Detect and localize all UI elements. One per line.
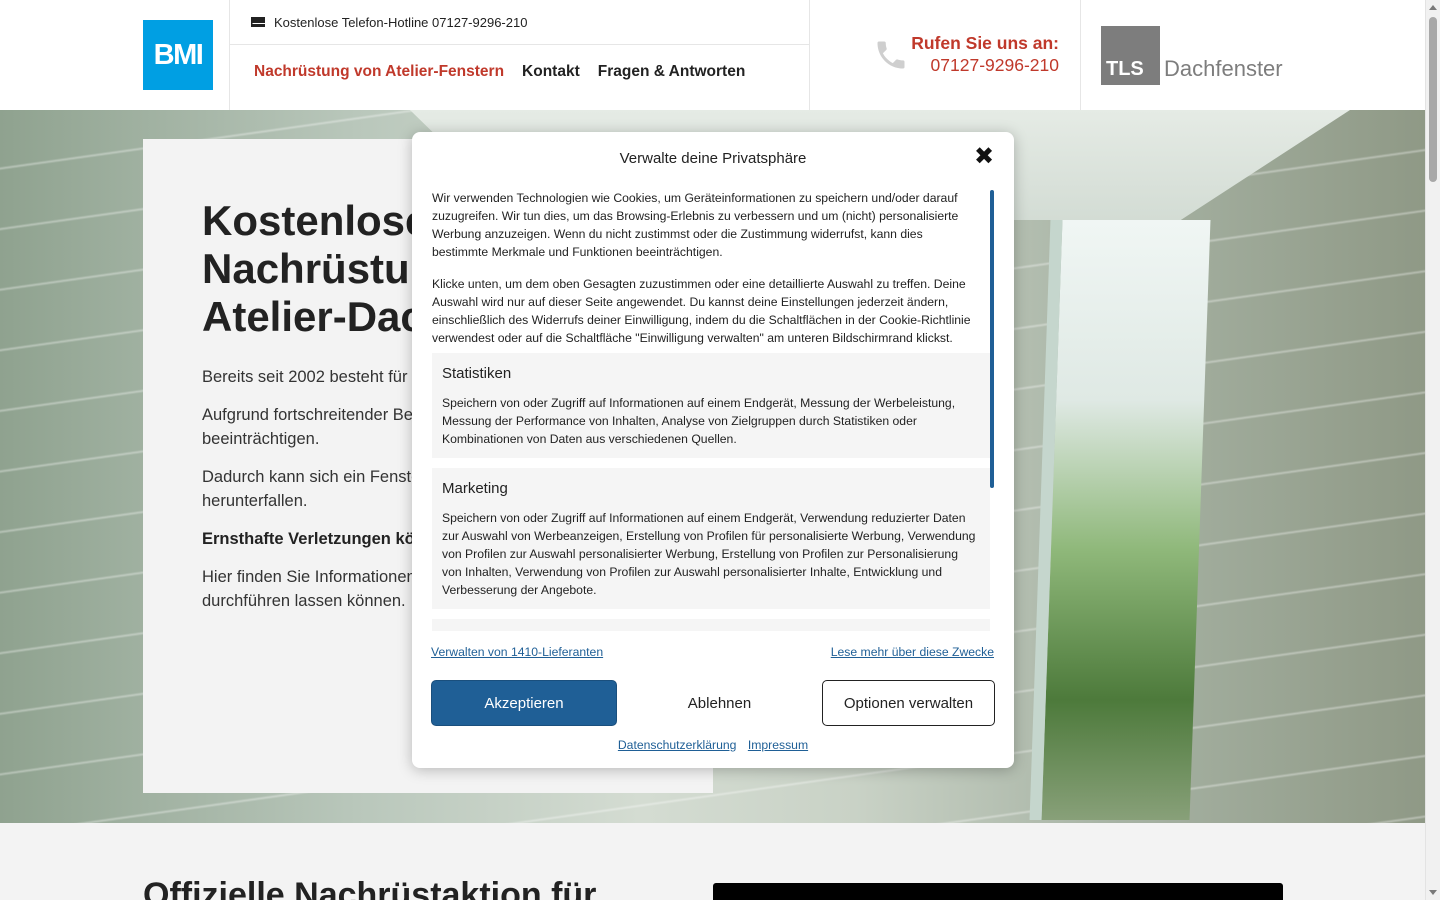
accept-button[interactable]: Akzeptieren <box>431 680 617 726</box>
bmi-logo-text: BMI <box>153 38 204 71</box>
consent-links: Verwalten von 1410-Lieferanten Lese mehr… <box>431 645 994 659</box>
header-nav-area: Kostenlose Telefon-Hotline 07127-9296-21… <box>229 0 810 110</box>
call-label: Rufen Sie uns an: <box>911 33 1059 53</box>
page-scrollbar[interactable] <box>1425 0 1440 900</box>
manage-options-button[interactable]: Optionen verwalten <box>822 680 995 726</box>
consent-intro: Klicke unten, um dem oben Gesagten zuzus… <box>432 277 971 345</box>
hotline-text: Kostenlose Telefon-Hotline 07127-9296-21… <box>274 14 528 30</box>
consent-category-marketing[interactable]: Marketing Speichern von oder Zugriff auf… <box>432 468 990 609</box>
tls-logo-box: TLS <box>1101 26 1160 85</box>
consent-category-next[interactable] <box>432 619 990 631</box>
privacy-policy-link[interactable]: Datenschutzerklärung <box>618 738 737 752</box>
consent-scrollbar[interactable] <box>990 190 994 488</box>
main-nav: Nachrüstung von Atelier-Fenstern Kontakt… <box>230 45 809 81</box>
category-description: Speichern von oder Zugriff auf Informati… <box>442 511 976 597</box>
call-number[interactable]: 07127-9296-210 <box>931 55 1059 76</box>
envelope-icon <box>251 17 265 27</box>
scroll-down-arrow-icon[interactable] <box>1429 890 1437 895</box>
video-embed[interactable] <box>713 883 1283 900</box>
consent-footer: Datenschutzerklärung Impressum <box>412 738 1014 752</box>
category-title: Marketing <box>442 480 508 497</box>
consent-body[interactable]: Wir verwenden Technologien wie Cookies, … <box>432 189 990 631</box>
scroll-up-arrow-icon[interactable] <box>1429 5 1437 10</box>
tls-dachfenster-logo[interactable]: TLS Dachfenster <box>1101 26 1283 85</box>
consent-intro: Wir verwenden Technologien wie Cookies, … <box>432 191 959 259</box>
call-us-box[interactable]: Rufen Sie uns an: 07127-9296-210 <box>810 0 1081 110</box>
manage-vendors-link[interactable]: Verwalten von 1410-Lieferanten <box>431 645 603 659</box>
tls-logo-text: Dachfenster <box>1164 56 1283 81</box>
phone-icon <box>873 37 909 73</box>
site-header: BMI Kostenlose Telefon-Hotline 07127-929… <box>0 0 1425 110</box>
bmi-logo[interactable]: BMI <box>143 20 213 90</box>
scroll-thumb[interactable] <box>1429 17 1437 182</box>
section-title: Offizielle Nachrüstaktion für <box>143 876 597 900</box>
cookie-consent-dialog: Verwalte deine Privatsphäre ✖ Wir verwen… <box>412 132 1014 768</box>
hero-window-image <box>1029 220 1211 820</box>
hero-title-line: Atelier-Dac <box>202 293 424 340</box>
read-more-purposes-link[interactable]: Lese mehr über diese Zwecke <box>831 645 994 659</box>
hotline-bar: Kostenlose Telefon-Hotline 07127-9296-21… <box>230 0 809 45</box>
category-description: Speichern von oder Zugriff auf Informati… <box>442 396 956 446</box>
nav-item-nachruestung[interactable]: Nachrüstung von Atelier-Fenstern <box>254 63 504 81</box>
deny-button[interactable]: Ablehnen <box>629 680 810 726</box>
consent-buttons: Akzeptieren Ablehnen Optionen verwalten <box>431 680 995 726</box>
nav-item-kontakt[interactable]: Kontakt <box>522 63 580 81</box>
nav-item-faq[interactable]: Fragen & Antworten <box>598 63 746 81</box>
category-title: Statistiken <box>442 365 512 382</box>
consent-title: Verwalte deine Privatsphäre <box>619 150 807 167</box>
hero-title-line: Kostenlose <box>202 197 429 244</box>
close-icon[interactable]: ✖ <box>974 145 994 169</box>
hero-title-line: Nachrüstur <box>202 245 427 292</box>
consent-category-statistics[interactable]: Statistiken Speichern von oder Zugriff a… <box>432 353 990 458</box>
imprint-link[interactable]: Impressum <box>748 738 808 752</box>
